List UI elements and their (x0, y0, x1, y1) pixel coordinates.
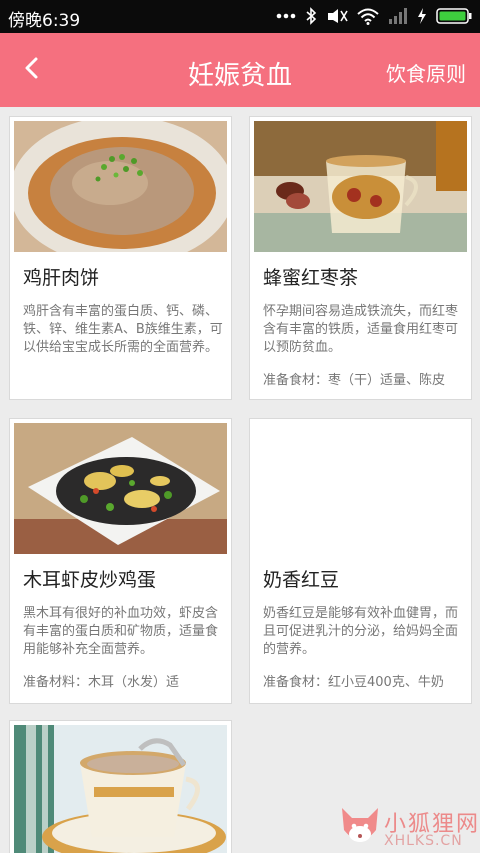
recipe-image (14, 725, 227, 853)
recipe-image (14, 121, 227, 252)
recipe-card[interactable] (9, 720, 232, 853)
signal-icon (388, 8, 408, 24)
recipe-title: 蜂蜜红枣茶 (263, 267, 359, 289)
recipe-title: 奶香红豆 (263, 569, 340, 591)
status-icons (276, 5, 472, 27)
status-time: 傍晚6:39 (8, 11, 81, 31)
recipe-card[interactable]: 鸡肝肉饼 鸡肝含有丰富的蛋白质、钙、磷、铁、锌、维生素A、B族维生素，可以供给宝… (9, 116, 232, 400)
recipe-description: 黑木耳有很好的补血功效，虾皮含有丰富的蛋白质和矿物质，适量食用能够补充全面营养。 (23, 606, 219, 657)
recipe-title: 木耳虾皮炒鸡蛋 (23, 569, 157, 591)
status-bar: 傍晚6:39 (0, 0, 480, 33)
bluetooth-icon (305, 7, 317, 25)
recipe-image (254, 121, 467, 252)
charging-icon (417, 8, 427, 24)
recipe-image-placeholder (254, 423, 467, 554)
battery-icon (436, 8, 472, 24)
recipe-card[interactable]: 奶香红豆 奶香红豆是能够有效补血健胃，而且可促进乳汁的分泌，给妈妈全面的营养。 … (249, 418, 472, 704)
more-dots-icon (276, 13, 296, 19)
recipe-image (14, 423, 227, 554)
recipe-ingredients: 准备食材：红小豆400克、牛奶 (263, 675, 444, 690)
recipe-title: 鸡肝肉饼 (23, 267, 100, 289)
recipe-description: 奶香红豆是能够有效补血健胃，而且可促进乳汁的分泌，给妈妈全面的营养。 (263, 606, 459, 657)
mute-icon (326, 7, 348, 25)
app-bar: 妊娠贫血 饮食原则 (0, 33, 480, 107)
recipe-ingredients: 准备材料：木耳（水发）适 (23, 675, 180, 690)
recipe-description: 鸡肝含有丰富的蛋白质、钙、磷、铁、锌、维生素A、B族维生素，可以供给宝宝成长所需… (23, 304, 223, 355)
recipe-description: 怀孕期间容易造成铁流失，而红枣含有丰富的铁质，适量食用红枣可以预防贫血。 (263, 304, 459, 355)
diet-principles-link[interactable]: 饮食原则 (386, 58, 466, 87)
fox-logo-icon (338, 804, 382, 853)
recipe-ingredients: 准备食材：枣（干）适量、陈皮 (263, 373, 446, 388)
wifi-icon (357, 8, 379, 25)
recipe-card[interactable]: 木耳虾皮炒鸡蛋 黑木耳有很好的补血功效，虾皮含有丰富的蛋白质和矿物质，适量食用能… (9, 418, 232, 704)
watermark-domain: XHLKS.CN (384, 833, 463, 849)
watermark: 小狐狸网 XHLKS.CN (338, 802, 478, 853)
recipe-card[interactable]: 蜂蜜红枣茶 怀孕期间容易造成铁流失，而红枣含有丰富的铁质，适量食用红枣可以预防贫… (249, 116, 472, 400)
